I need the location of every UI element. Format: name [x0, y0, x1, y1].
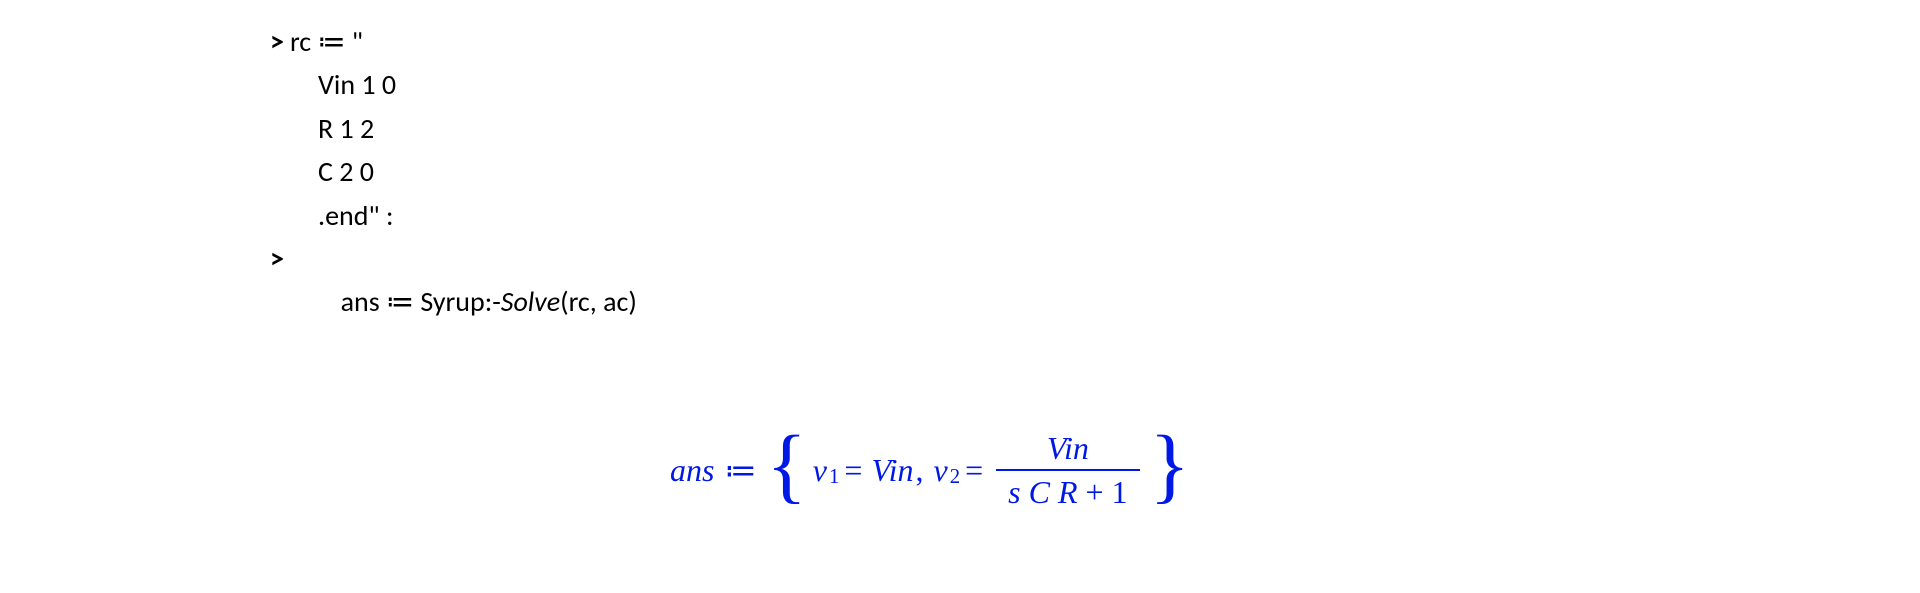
equation-v2: v 2 = Vin sCR+1	[934, 429, 1144, 512]
solve-args: (rc, ac)	[560, 284, 637, 319]
maple-input-block: > rc ≔ " Vin 1 0 R 1 2 C 2 0 .end" : > a…	[270, 20, 637, 367]
right-brace-icon: }	[1150, 441, 1190, 491]
solve-call: Solve	[501, 284, 560, 319]
document-page: > rc ≔ " Vin 1 0 R 1 2 C 2 0 .end" : > a…	[0, 0, 1920, 593]
ans-assign-prefix: ans ≔	[341, 284, 421, 319]
input-line-solve: > ans ≔ Syrup:-Solve(rc, ac)	[270, 237, 637, 367]
fraction-bar-icon	[996, 469, 1139, 471]
subscript-1: 1	[829, 465, 839, 489]
var-v: v	[813, 452, 827, 489]
assign-ans: ans ≔ Syrup:-Solve(rc, ac)	[290, 237, 637, 367]
netlist-line-r: R 1 2	[318, 107, 637, 150]
equals-sign: =	[965, 452, 983, 489]
subscript-2: 2	[950, 465, 960, 489]
assign-symbol: ≔	[724, 451, 756, 489]
output-lhs-ans: ans	[670, 452, 714, 489]
var-C: C	[1029, 474, 1050, 510]
fraction: Vin sCR+1	[996, 429, 1139, 512]
prompt-caret: >	[270, 20, 284, 63]
var-R: R	[1058, 474, 1078, 510]
netlist-line-end: .end" :	[318, 194, 637, 237]
var-vin: Vin	[871, 452, 913, 489]
comma-separator: ,	[916, 452, 924, 489]
equals-sign: =	[844, 452, 862, 489]
left-brace-icon: {	[766, 441, 806, 491]
var-s: s	[1008, 474, 1020, 510]
var-v: v	[934, 452, 948, 489]
maple-output: ans ≔ { v 1 = Vin , v 2 =	[670, 410, 1190, 530]
netlist-line-vin: Vin 1 0	[318, 63, 637, 106]
syrup-package: Syrup:-	[420, 284, 500, 319]
plus-sign: +	[1086, 474, 1104, 510]
set-expression: { v 1 = Vin , v 2 = Vin	[766, 410, 1189, 530]
equation-v1: v 1 = Vin	[813, 452, 914, 489]
input-line-1: > rc ≔ "	[270, 20, 637, 63]
assign-rc-string-open: rc ≔ "	[290, 20, 363, 63]
const-one: 1	[1112, 474, 1128, 510]
netlist-line-c: C 2 0	[318, 150, 637, 193]
fraction-numerator: Vin	[1035, 429, 1101, 467]
set-body: v 1 = Vin , v 2 = Vin sCR+1	[813, 429, 1144, 512]
prompt-caret: >	[270, 237, 284, 280]
fraction-denominator: sCR+1	[996, 473, 1139, 511]
